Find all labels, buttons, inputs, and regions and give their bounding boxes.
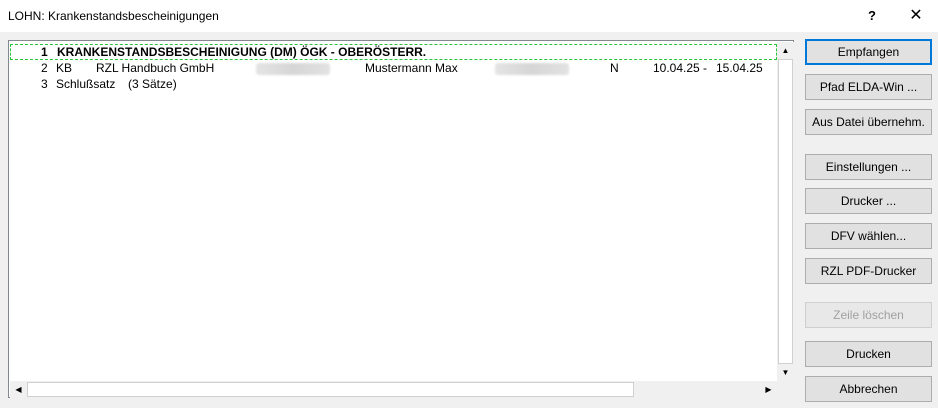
- row-name: Mustermann Max: [365, 61, 458, 75]
- drucken-button[interactable]: Drucken: [805, 341, 932, 367]
- row-number: 3: [41, 77, 48, 91]
- row-text: KRANKENSTANDSBESCHEINIGUNG (DM) ÖGK - OB…: [57, 45, 427, 59]
- record-list-content: 1 KRANKENSTANDSBESCHEINIGUNG (DM) ÖGK - …: [10, 42, 777, 381]
- pfad-elda-win-button[interactable]: Pfad ELDA-Win ...: [805, 74, 932, 100]
- list-item[interactable]: 1 KRANKENSTANDSBESCHEINIGUNG (DM) ÖGK - …: [10, 44, 777, 60]
- aus-datei-uebernehmen-button[interactable]: Aus Datei übernehm.: [805, 109, 932, 135]
- redacted-field: [495, 63, 569, 75]
- close-button[interactable]: ✕: [894, 0, 938, 30]
- scroll-down-icon[interactable]: ▼: [777, 364, 794, 381]
- scroll-left-icon[interactable]: ◀: [10, 381, 27, 398]
- row-date-from: 10.04.25 -: [653, 61, 708, 75]
- zeile-loeschen-button[interactable]: Zeile löschen: [805, 302, 932, 328]
- row-company: RZL Handbuch GmbH: [96, 61, 215, 75]
- vertical-scroll-thumb[interactable]: [778, 59, 793, 364]
- row-number: 1: [41, 45, 48, 59]
- horizontal-scroll-thumb[interactable]: [27, 382, 634, 397]
- window-title: LOHN: Krankenstandsbescheinigungen: [8, 9, 219, 23]
- scrollbar-corner: [777, 381, 794, 398]
- redacted-field: [256, 63, 330, 75]
- record-list[interactable]: 1 KRANKENSTANDSBESCHEINIGUNG (DM) ÖGK - …: [8, 40, 794, 398]
- scroll-right-icon[interactable]: ▶: [760, 381, 777, 398]
- empfangen-button[interactable]: Empfangen: [805, 39, 932, 65]
- scroll-up-icon[interactable]: ▲: [777, 42, 794, 59]
- row-flag: N: [610, 61, 619, 75]
- title-bar: LOHN: Krankenstandsbescheinigungen ? ✕: [0, 0, 938, 32]
- dfv-waehlen-button[interactable]: DFV wählen...: [805, 223, 932, 249]
- vertical-scrollbar[interactable]: ▲ ▼: [777, 42, 794, 381]
- help-button[interactable]: ?: [850, 0, 894, 30]
- row-type: Schlußsatz: [56, 77, 116, 91]
- row-date-to: 15.04.25: [716, 61, 763, 75]
- row-number: 2: [41, 61, 48, 75]
- rzl-pdf-drucker-button[interactable]: RZL PDF-Drucker: [805, 258, 932, 284]
- row-info: (3 Sätze): [128, 77, 177, 91]
- horizontal-scrollbar[interactable]: ◀ ▶: [10, 381, 777, 398]
- abbrechen-button[interactable]: Abbrechen: [805, 376, 932, 402]
- row-type: KB: [56, 61, 73, 75]
- list-item[interactable]: 3 Schlußsatz (3 Sätze): [10, 77, 777, 91]
- list-item[interactable]: 2 KB RZL Handbuch GmbH Mustermann Max N …: [10, 61, 777, 75]
- drucker-button[interactable]: Drucker ...: [805, 188, 932, 214]
- einstellungen-button[interactable]: Einstellungen ...: [805, 154, 932, 180]
